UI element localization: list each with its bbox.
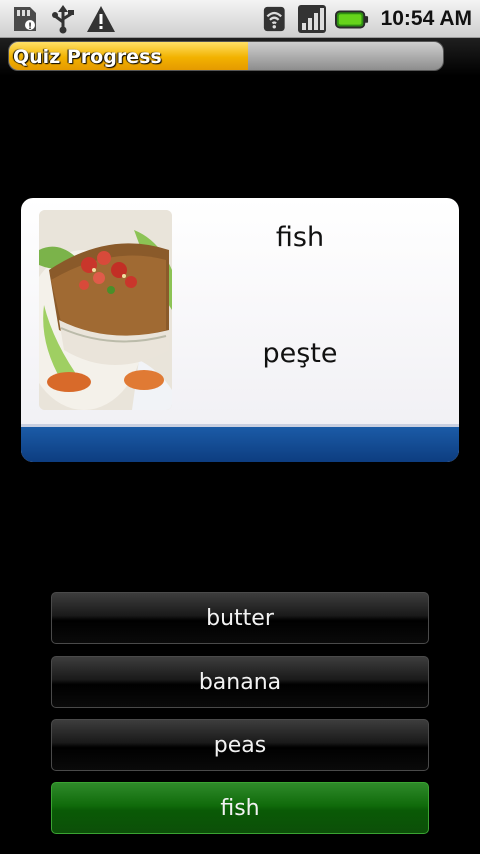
status-bar: ! 10:54 AM (0, 0, 480, 38)
svg-text:!: ! (28, 22, 32, 32)
fish-dish-photo (39, 210, 172, 410)
answer-button-fish[interactable]: fish (51, 782, 429, 834)
battery-icon (334, 10, 368, 29)
quiz-progress-track: Quiz Progress (8, 41, 444, 71)
card-word: fish (275, 222, 325, 253)
answer-button-banana[interactable]: banana (51, 656, 429, 708)
clock: 10:54 AM (380, 7, 472, 30)
quiz-progress-label: Quiz Progress (13, 46, 162, 68)
answer-button-peas[interactable]: peas (51, 719, 429, 771)
card-footer-bar (21, 424, 459, 462)
flashcard: fish peşte (21, 198, 459, 462)
wifi-icon (263, 6, 285, 32)
quiz-progress-bar: Quiz Progress (0, 38, 480, 76)
sd-card-icon: ! (14, 7, 36, 32)
signal-icon (297, 5, 326, 33)
answer-button-butter[interactable]: butter (51, 592, 429, 644)
card-translation: peşte (262, 338, 338, 369)
usb-icon (52, 5, 74, 34)
warning-icon (87, 6, 115, 32)
